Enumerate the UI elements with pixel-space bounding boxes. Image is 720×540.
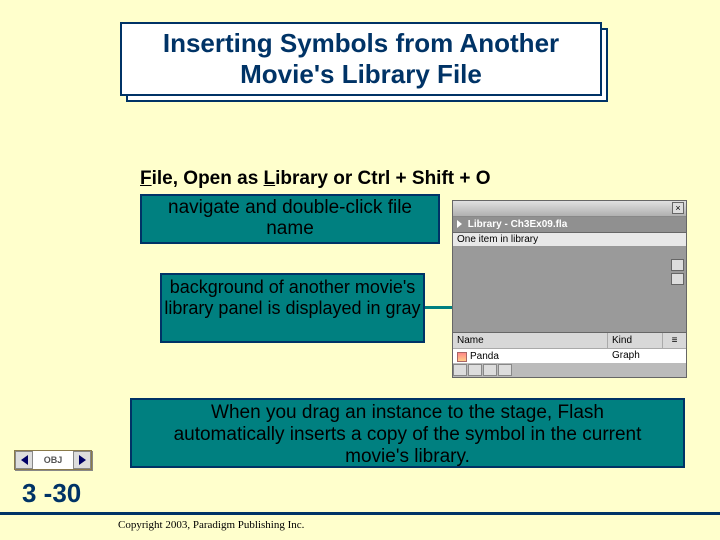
callout-background: background of another movie's library pa… [160,273,425,343]
col-name[interactable]: Name [453,333,608,348]
callout-drag-text: When you drag an instance to the stage, … [174,402,642,467]
row-name-text: Panda [470,351,499,362]
disclosure-icon [457,220,462,228]
preview-area [453,247,686,333]
shortcut-text: File, Open as Library or Ctrl + Shift + … [140,168,491,190]
callout-background-text: background of another movie's library pa… [164,277,420,318]
table-row[interactable]: Panda Graph [453,349,686,364]
callout-navigate: navigate and double-click file name [140,194,440,244]
panel-header: Library - Ch3Ex09.fla [453,217,686,233]
new-symbol-button[interactable] [453,364,467,376]
mnemonic-l: L [264,168,276,189]
next-button[interactable] [73,451,91,469]
triangle-left-icon [21,455,28,465]
obj-label: OBJ [33,455,73,465]
properties-button[interactable] [483,364,497,376]
col-sort[interactable]: ≡ [663,333,686,348]
panel-toolbar [453,363,686,377]
column-headers: Name Kind ≡ [453,333,686,349]
row-kind-cell: Graph [608,349,663,364]
new-folder-button[interactable] [468,364,482,376]
row-name-cell: Panda [453,349,608,364]
narrow-view-button[interactable] [671,273,684,285]
panel-title: Library - Ch3Ex09.fla [468,219,567,230]
triangle-right-icon [79,455,86,465]
title-text: Inserting Symbols from Another Movie's L… [126,28,596,90]
copyright-text: Copyright 2003, Paradigm Publishing Inc. [118,519,304,531]
library-panel: × Library - Ch3Ex09.fla One item in libr… [452,200,687,378]
symbol-icon [457,352,467,362]
item-count: One item in library [453,233,686,247]
slide-number: 3 -30 [22,478,81,509]
footer-bar [0,512,720,515]
close-button[interactable]: × [672,202,684,214]
mnemonic-f: F [140,168,152,189]
delete-button[interactable] [498,364,512,376]
col-kind[interactable]: Kind [608,333,663,348]
title-inner: Inserting Symbols from Another Movie's L… [120,22,602,96]
prev-button[interactable] [15,451,33,469]
title-box: Inserting Symbols from Another Movie's L… [120,22,610,102]
wide-view-button[interactable] [671,259,684,271]
nav-widget: OBJ [14,450,92,470]
callout-drag: When you drag an instance to the stage, … [130,398,685,468]
callout-navigate-text: navigate and double-click file name [168,197,412,239]
panel-titlebar: × [453,201,686,217]
preview-controls [671,259,684,287]
